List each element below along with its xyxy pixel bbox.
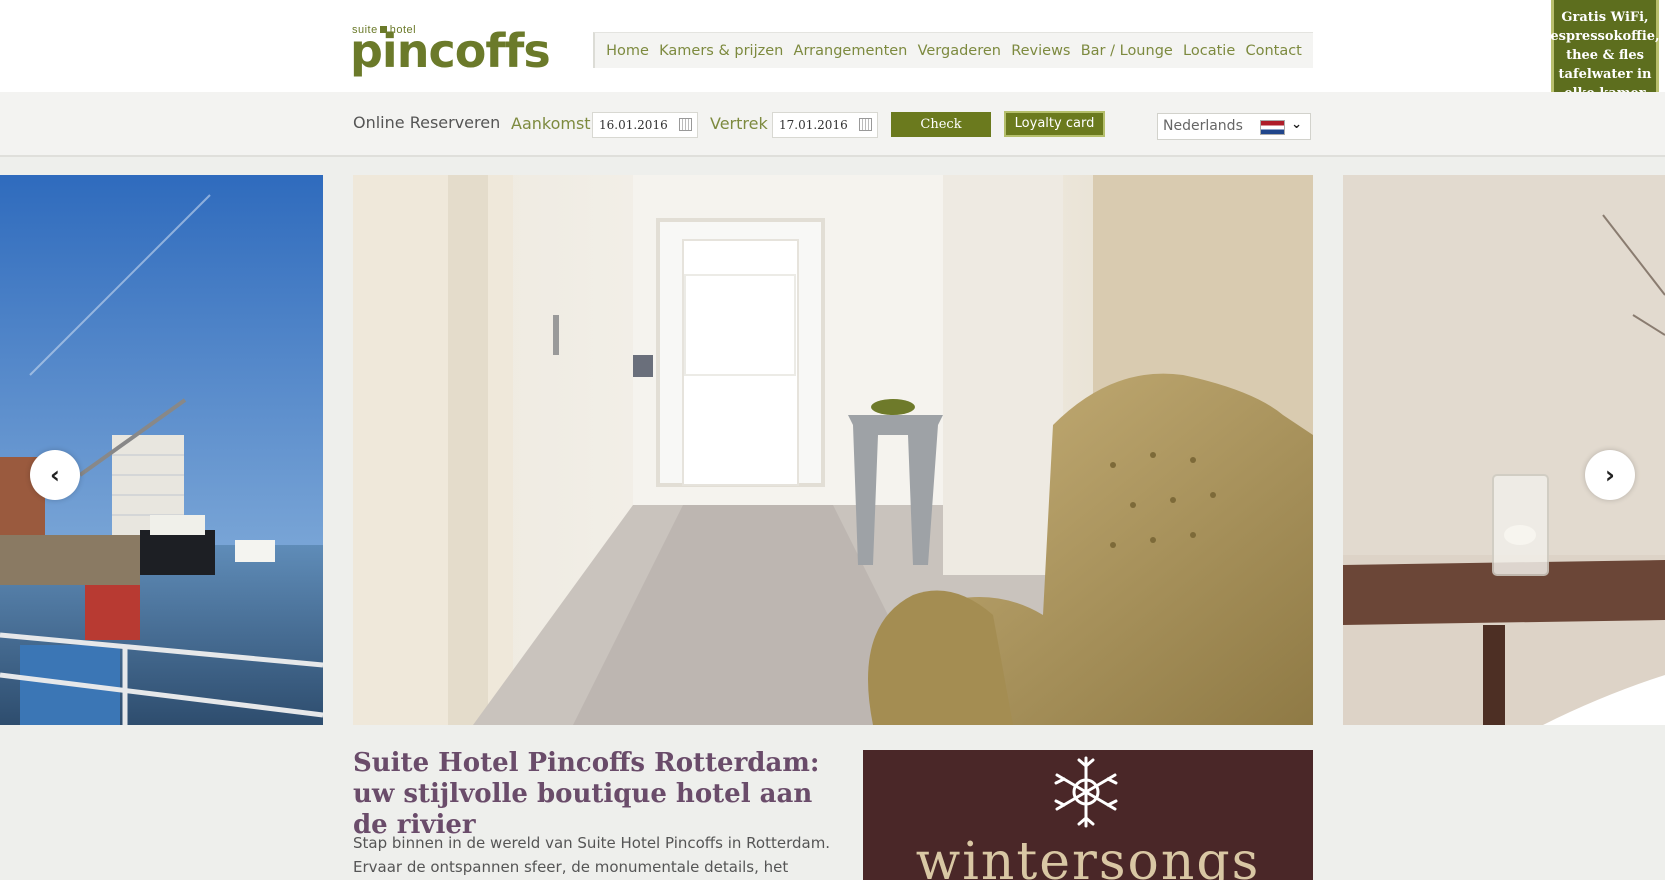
arrival-date-value: 16.01.2016 <box>599 118 668 132</box>
wintersongs-promo-banner[interactable]: wintersongs <box>863 750 1313 880</box>
departure-date-value: 17.01.2016 <box>779 118 848 132</box>
calendar-icon[interactable] <box>679 118 692 131</box>
top-header: suite hotel pincoffs Home Kamers & prijze… <box>0 0 1665 92</box>
departure-date-field[interactable]: 17.01.2016 <box>772 112 878 138</box>
slider-next-button[interactable]: › <box>1585 450 1635 500</box>
slider-prev-button[interactable]: ‹ <box>30 450 80 500</box>
pincoffs-logo[interactable]: suite hotel pincoffs <box>350 24 551 74</box>
chevron-right-icon: › <box>1605 461 1615 489</box>
ribbon-line: Gratis WiFi, <box>1561 10 1649 25</box>
nav-contact[interactable]: Contact <box>1245 43 1301 59</box>
arrival-label: Aankomst <box>511 114 591 133</box>
booking-title: Online Reserveren <box>353 113 501 132</box>
slide-hallway-image <box>353 175 1313 725</box>
nav-home[interactable]: Home <box>606 43 649 59</box>
calendar-icon[interactable] <box>859 118 872 131</box>
main-navigation: Home Kamers & prijzen Arrangementen Verg… <box>593 32 1313 68</box>
intro-paragraph: Stap binnen in de wereld van Suite Hotel… <box>353 834 831 876</box>
check-button[interactable]: Check <box>891 112 991 137</box>
page-title: Suite Hotel Pincoffs Rotterdam: uw stijl… <box>353 748 820 840</box>
language-value: Nederlands <box>1163 118 1243 134</box>
ribbon-line: espressokoffie, <box>1550 29 1660 44</box>
ribbon-text: Gratis WiFi, espressokoffie, thee & fles… <box>1549 8 1661 103</box>
nav-kamers-prijzen[interactable]: Kamers & prijzen <box>659 43 783 59</box>
chevron-down-icon: ⌄ <box>1291 117 1302 132</box>
ribbon-line: tafelwater in <box>1558 67 1652 82</box>
departure-label: Vertrek <box>710 114 768 133</box>
nav-reviews[interactable]: Reviews <box>1011 43 1070 59</box>
booking-bar: Online Reserveren Aankomst 16.01.2016 Ve… <box>0 92 1665 157</box>
promo-title: wintersongs <box>915 832 1261 880</box>
arrival-date-field[interactable]: 16.01.2016 <box>592 112 698 138</box>
ribbon-line: thee & fles <box>1566 48 1644 63</box>
nav-bar-lounge[interactable]: Bar / Lounge <box>1081 43 1173 59</box>
loyalty-card-button[interactable]: Loyalty card <box>1004 111 1105 137</box>
nav-vergaderen[interactable]: Vergaderen <box>918 43 1001 59</box>
nav-locatie[interactable]: Locatie <box>1183 43 1235 59</box>
logo-wordmark: pincoffs <box>350 24 551 78</box>
dutch-flag-icon <box>1260 120 1285 135</box>
chevron-left-icon: ‹ <box>50 461 60 489</box>
nav-arrangementen[interactable]: Arrangementen <box>794 43 908 59</box>
snowflake-icon <box>1054 756 1118 828</box>
language-select[interactable]: Nederlands ⌄ <box>1157 113 1311 140</box>
